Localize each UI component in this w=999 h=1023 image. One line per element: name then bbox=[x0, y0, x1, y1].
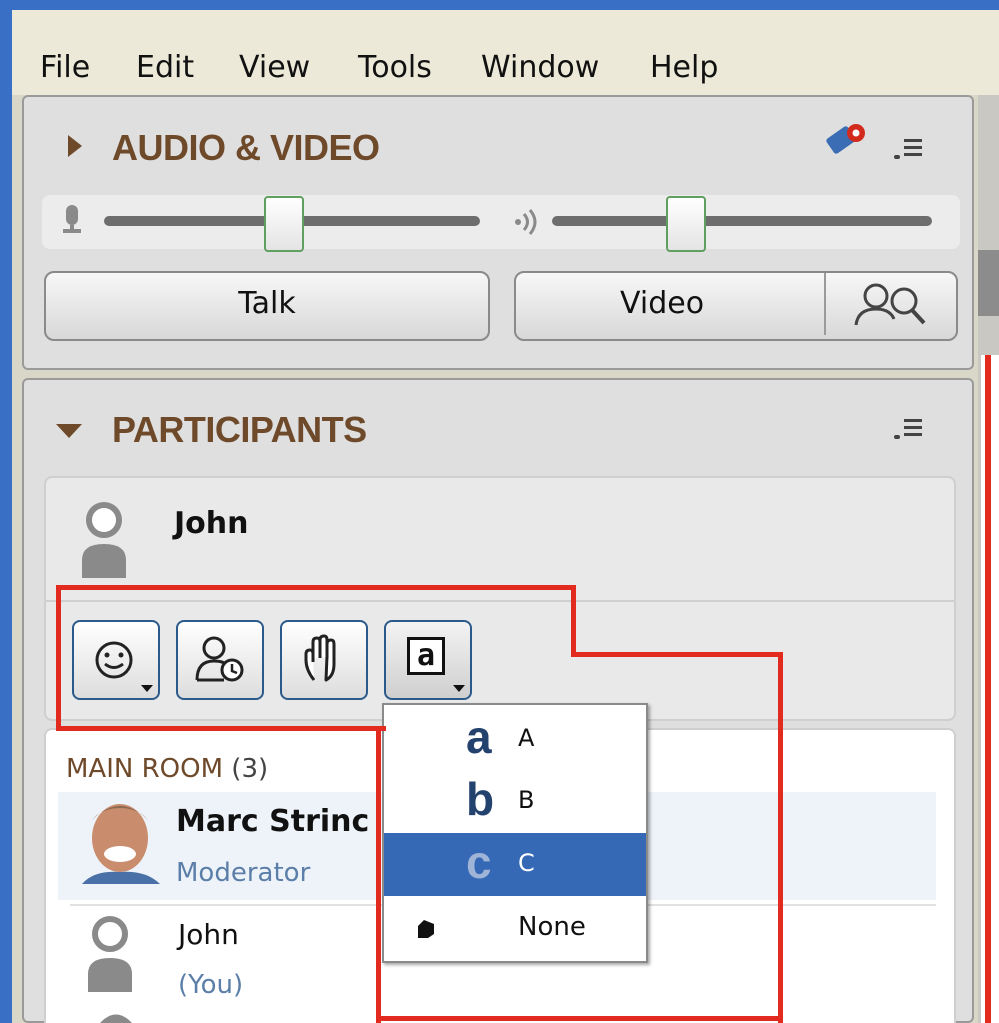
option-a-glyph: a bbox=[466, 711, 492, 763]
menu-edit[interactable]: Edit bbox=[136, 48, 194, 88]
option-b-label: B bbox=[518, 786, 535, 814]
highlight-outline-step-top bbox=[571, 652, 783, 657]
menu-bar: File Edit View Tools Window Help bbox=[12, 10, 999, 95]
window-border-left bbox=[0, 0, 12, 1023]
highlight-outline-top bbox=[56, 585, 576, 590]
option-none-label: None bbox=[518, 912, 586, 942]
highlight-outline-bottom bbox=[376, 1016, 783, 1021]
menu-window[interactable]: Window bbox=[481, 48, 599, 88]
highlight-outline-step-vertical bbox=[571, 585, 576, 657]
side-panel-handle[interactable] bbox=[978, 250, 999, 316]
audio-levels-row bbox=[42, 195, 960, 252]
raise-hand-button[interactable] bbox=[280, 620, 368, 700]
dropdown-caret-icon bbox=[141, 685, 153, 692]
next-user-avatar-icon bbox=[100, 1014, 132, 1023]
option-c-label: C bbox=[518, 849, 535, 877]
video-button-label: Video bbox=[620, 286, 705, 321]
expand-arrow-icon[interactable] bbox=[56, 424, 82, 438]
camera-preview-icon[interactable] bbox=[846, 279, 928, 329]
user-avatar-icon bbox=[88, 916, 132, 992]
option-c-glyph: c bbox=[466, 836, 492, 888]
speaker-volume-slider[interactable] bbox=[666, 196, 706, 252]
option-b-glyph: b bbox=[466, 773, 495, 825]
panel-options-icon[interactable] bbox=[894, 137, 922, 161]
emoticon-button[interactable] bbox=[72, 620, 160, 700]
participants-options-icon[interactable] bbox=[894, 417, 922, 441]
video-button[interactable]: Video bbox=[514, 271, 958, 341]
microphone-volume-slider[interactable] bbox=[264, 196, 304, 252]
collapse-arrow-icon[interactable] bbox=[68, 135, 82, 157]
highlight-outline-left bbox=[56, 585, 61, 731]
participants-title[interactable]: PARTICIPANTS bbox=[112, 409, 367, 451]
away-clock-icon bbox=[195, 636, 244, 682]
moderator-avatar bbox=[74, 796, 160, 884]
card-divider bbox=[46, 600, 954, 602]
highlight-outline-right bbox=[778, 652, 783, 1023]
video-button-divider bbox=[824, 273, 826, 335]
speaker-icon bbox=[515, 209, 537, 235]
menu-tools[interactable]: Tools bbox=[358, 48, 432, 88]
dropdown-caret-icon bbox=[453, 685, 465, 692]
user-avatar-icon bbox=[82, 502, 126, 578]
room-name: MAIN ROOM bbox=[66, 754, 224, 784]
dropdown-option-b[interactable]: b B bbox=[384, 770, 646, 832]
room-count: (3) bbox=[231, 754, 269, 784]
device-settings-icon[interactable] bbox=[822, 119, 872, 159]
participant-name: Marc Strinc bbox=[176, 804, 370, 839]
dropdown-option-c[interactable]: c C bbox=[384, 833, 646, 896]
menu-help[interactable]: Help bbox=[650, 48, 718, 88]
step-away-button[interactable] bbox=[176, 620, 264, 700]
dropdown-option-a[interactable]: a A bbox=[384, 708, 646, 770]
speaker-slider-track[interactable] bbox=[552, 216, 932, 226]
clear-answer-icon bbox=[418, 920, 434, 938]
window-border-top bbox=[0, 0, 999, 10]
participant-role: Moderator bbox=[176, 858, 311, 888]
audio-video-title[interactable]: AUDIO & VIDEO bbox=[112, 127, 380, 169]
participant-name: John bbox=[178, 918, 239, 951]
answer-button[interactable]: a bbox=[384, 620, 472, 700]
dropdown-option-none[interactable]: None bbox=[384, 898, 646, 960]
highlight-outline-edge bbox=[985, 355, 991, 1023]
current-user-name: John bbox=[174, 506, 249, 541]
option-a-label: A bbox=[518, 724, 535, 752]
smiley-icon bbox=[95, 641, 133, 679]
answer-letter-icon: a bbox=[407, 637, 445, 675]
room-label: MAIN ROOM (3) bbox=[66, 754, 268, 784]
highlight-outline-inner-left bbox=[376, 726, 381, 1023]
menu-view[interactable]: View bbox=[239, 48, 310, 88]
microphone-icon bbox=[63, 205, 81, 233]
talk-button[interactable]: Talk bbox=[44, 271, 490, 341]
hand-icon bbox=[304, 634, 336, 682]
menu-file[interactable]: File bbox=[40, 48, 90, 88]
participant-role: (You) bbox=[178, 970, 244, 1000]
highlight-outline-bottom-left bbox=[56, 726, 386, 731]
